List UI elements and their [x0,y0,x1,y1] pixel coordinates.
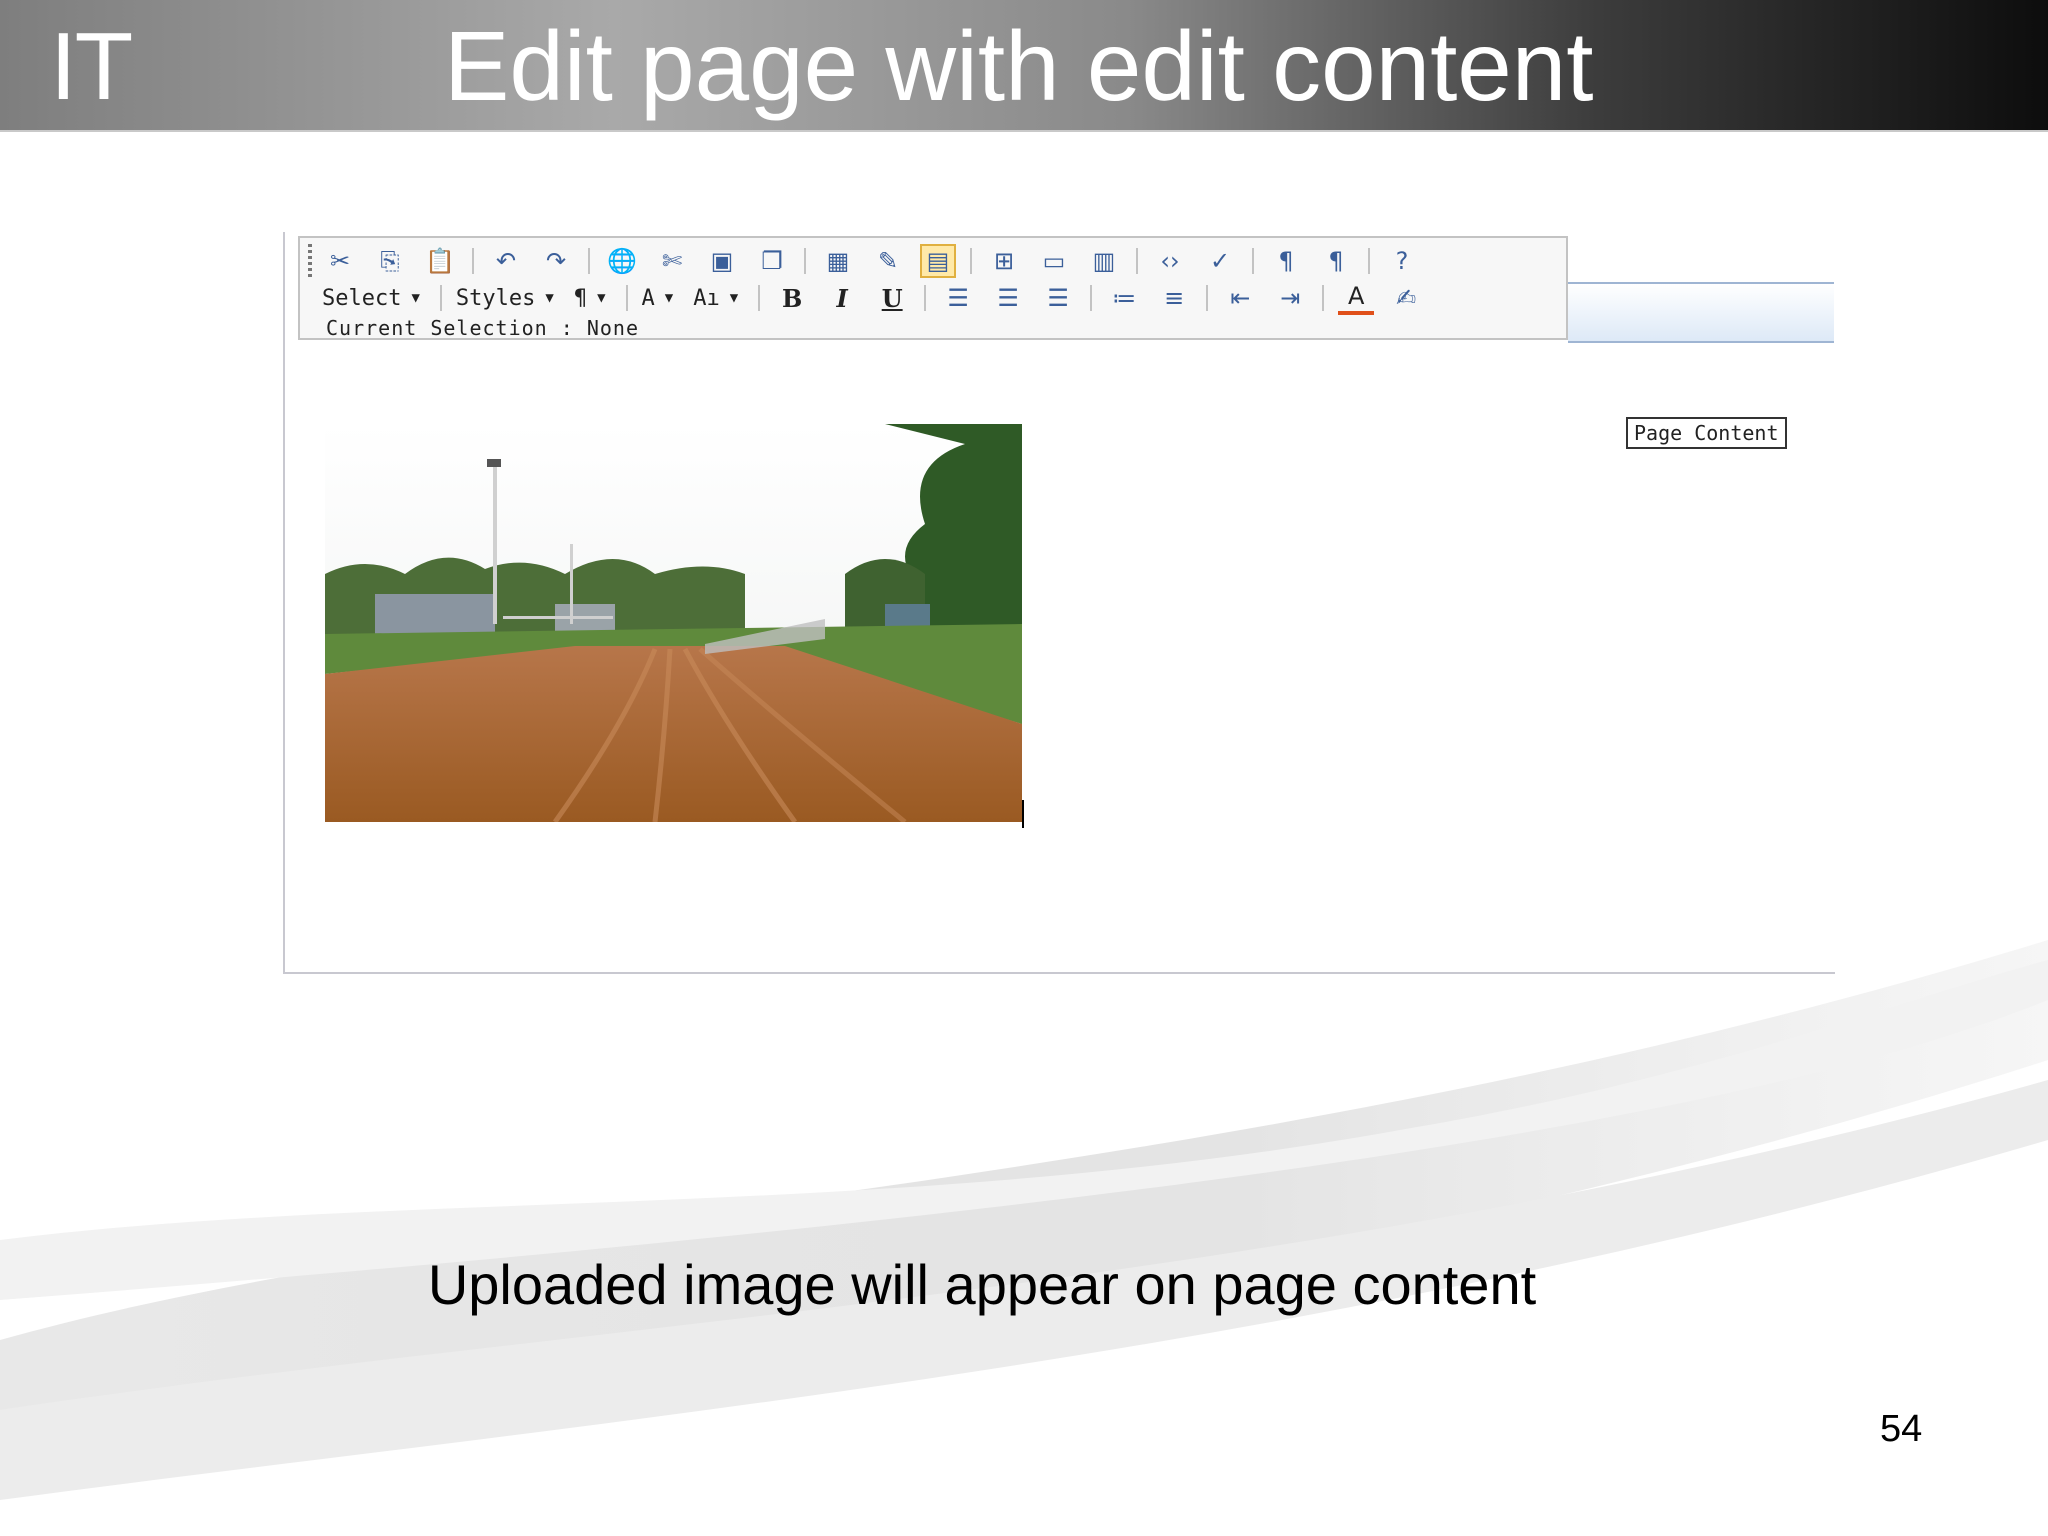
styles-dropdown-label: Styles [455,285,536,311]
toolbar-separator [970,248,972,274]
editor-toolbar-extension [1568,282,1834,343]
toolbar-separator [1206,285,1209,311]
font-dropdown[interactable]: A ▼ [642,286,674,311]
copy-icon[interactable]: ⎘ [372,244,408,278]
cut-icon[interactable]: ✂ [322,244,358,278]
toolbar-separator [439,285,442,311]
align-center-icon[interactable]: ☰ [990,281,1026,315]
cell-properties-icon[interactable]: ▥ [1086,244,1122,278]
rtl-icon[interactable]: ¶ [1318,244,1354,278]
chevron-down-icon: ▼ [597,290,606,306]
font-color-icon[interactable]: A [1338,281,1375,315]
edit-table-icon[interactable]: ✎ [870,244,906,278]
editor-toolbar: ✂ ⎘ 📋 ↶ ↷ 🌐 ✄ ▣ ❐ ▦ ✎ ▤ ⊞ ▭ ▥ ‹› ✓ ¶ ¶ ?… [298,236,1568,340]
toolbar-separator [1252,248,1254,274]
align-left-icon[interactable]: ☰ [940,281,976,315]
current-selection-status: Current Selection : None [326,316,639,340]
paste-icon[interactable]: 📋 [422,244,458,278]
toolbar-separator [625,285,628,311]
uploaded-image[interactable] [325,424,1022,822]
text-cursor [1022,800,1024,828]
font-size-icon: Aı [693,285,720,311]
toolbar-separator [758,285,761,311]
remove-link-icon[interactable]: ✄ [654,244,690,278]
spellcheck-icon[interactable]: ✓ [1202,244,1238,278]
toolbar-separator [1322,285,1325,311]
insert-link-icon[interactable]: 🌐 [604,244,640,278]
ltr-icon[interactable]: ¶ [1268,244,1304,278]
page-content-label: Page Content [1626,417,1787,449]
insert-media-icon[interactable]: ❐ [754,244,790,278]
toolbar-separator [804,248,806,274]
select-dropdown[interactable]: Select ▼ [322,286,420,311]
brand-logo: IT [50,13,133,120]
chevron-down-icon: ▼ [664,290,674,306]
outdent-icon[interactable]: ⇤ [1222,281,1258,315]
styles-dropdown[interactable]: Styles ▼ [456,286,554,311]
toolbar-separator [1090,285,1093,311]
toolbar-separator [924,285,927,311]
paragraph-icon: ¶ [573,285,588,311]
chevron-down-icon: ▼ [729,290,739,306]
underline-button[interactable]: U [874,284,910,313]
font-icon: A [641,285,655,311]
undo-icon[interactable]: ↶ [488,244,524,278]
insert-image-icon[interactable]: ▣ [704,244,740,278]
table-properties-icon[interactable]: ▤ [920,244,956,278]
html-source-icon[interactable]: ‹› [1152,244,1188,278]
toolbar-separator [472,248,474,274]
toolbar-separator [588,248,590,274]
select-dropdown-label: Select [322,285,402,311]
slide-caption: Uploaded image will appear on page conte… [427,1253,1537,1316]
toolbar-separator [1368,248,1370,274]
help-icon[interactable]: ? [1384,244,1420,278]
bullet-list-icon[interactable]: ≡ [1156,281,1192,315]
page-number: 54 [1880,1408,1923,1450]
highlight-icon[interactable]: ✍ [1388,281,1424,315]
toolbar-row-2: Select ▼ Styles ▼ ¶ ▼ A ▼ Aı ▼ B I U ☰ ☰… [322,280,1438,316]
paragraph-dropdown[interactable]: ¶ ▼ [574,286,606,311]
toolbar-separator [1136,248,1138,274]
slide-header: IT Edit page with edit content [0,0,2048,132]
toolbar-row-1: ✂ ⎘ 📋 ↶ ↷ 🌐 ✄ ▣ ❐ ▦ ✎ ▤ ⊞ ▭ ▥ ‹› ✓ ¶ ¶ ? [322,242,1434,280]
background-swoosh [0,940,2048,1500]
bold-button[interactable]: B [774,284,810,313]
insert-table-icon[interactable]: ▦ [820,244,856,278]
redo-icon[interactable]: ↷ [538,244,574,278]
chevron-down-icon: ▼ [411,290,420,306]
align-right-icon[interactable]: ☰ [1040,281,1076,315]
numbered-list-icon[interactable]: ≔ [1106,281,1142,315]
toolbar-grip-icon[interactable] [308,244,312,278]
insert-row-icon[interactable]: ⊞ [986,244,1022,278]
indent-icon[interactable]: ⇥ [1272,281,1308,315]
slide-title: Edit page with edit content [444,11,1594,121]
chevron-down-icon: ▼ [545,290,554,306]
insert-column-icon[interactable]: ▭ [1036,244,1072,278]
italic-button[interactable]: I [824,284,860,313]
font-size-dropdown[interactable]: Aı ▼ [693,286,738,311]
